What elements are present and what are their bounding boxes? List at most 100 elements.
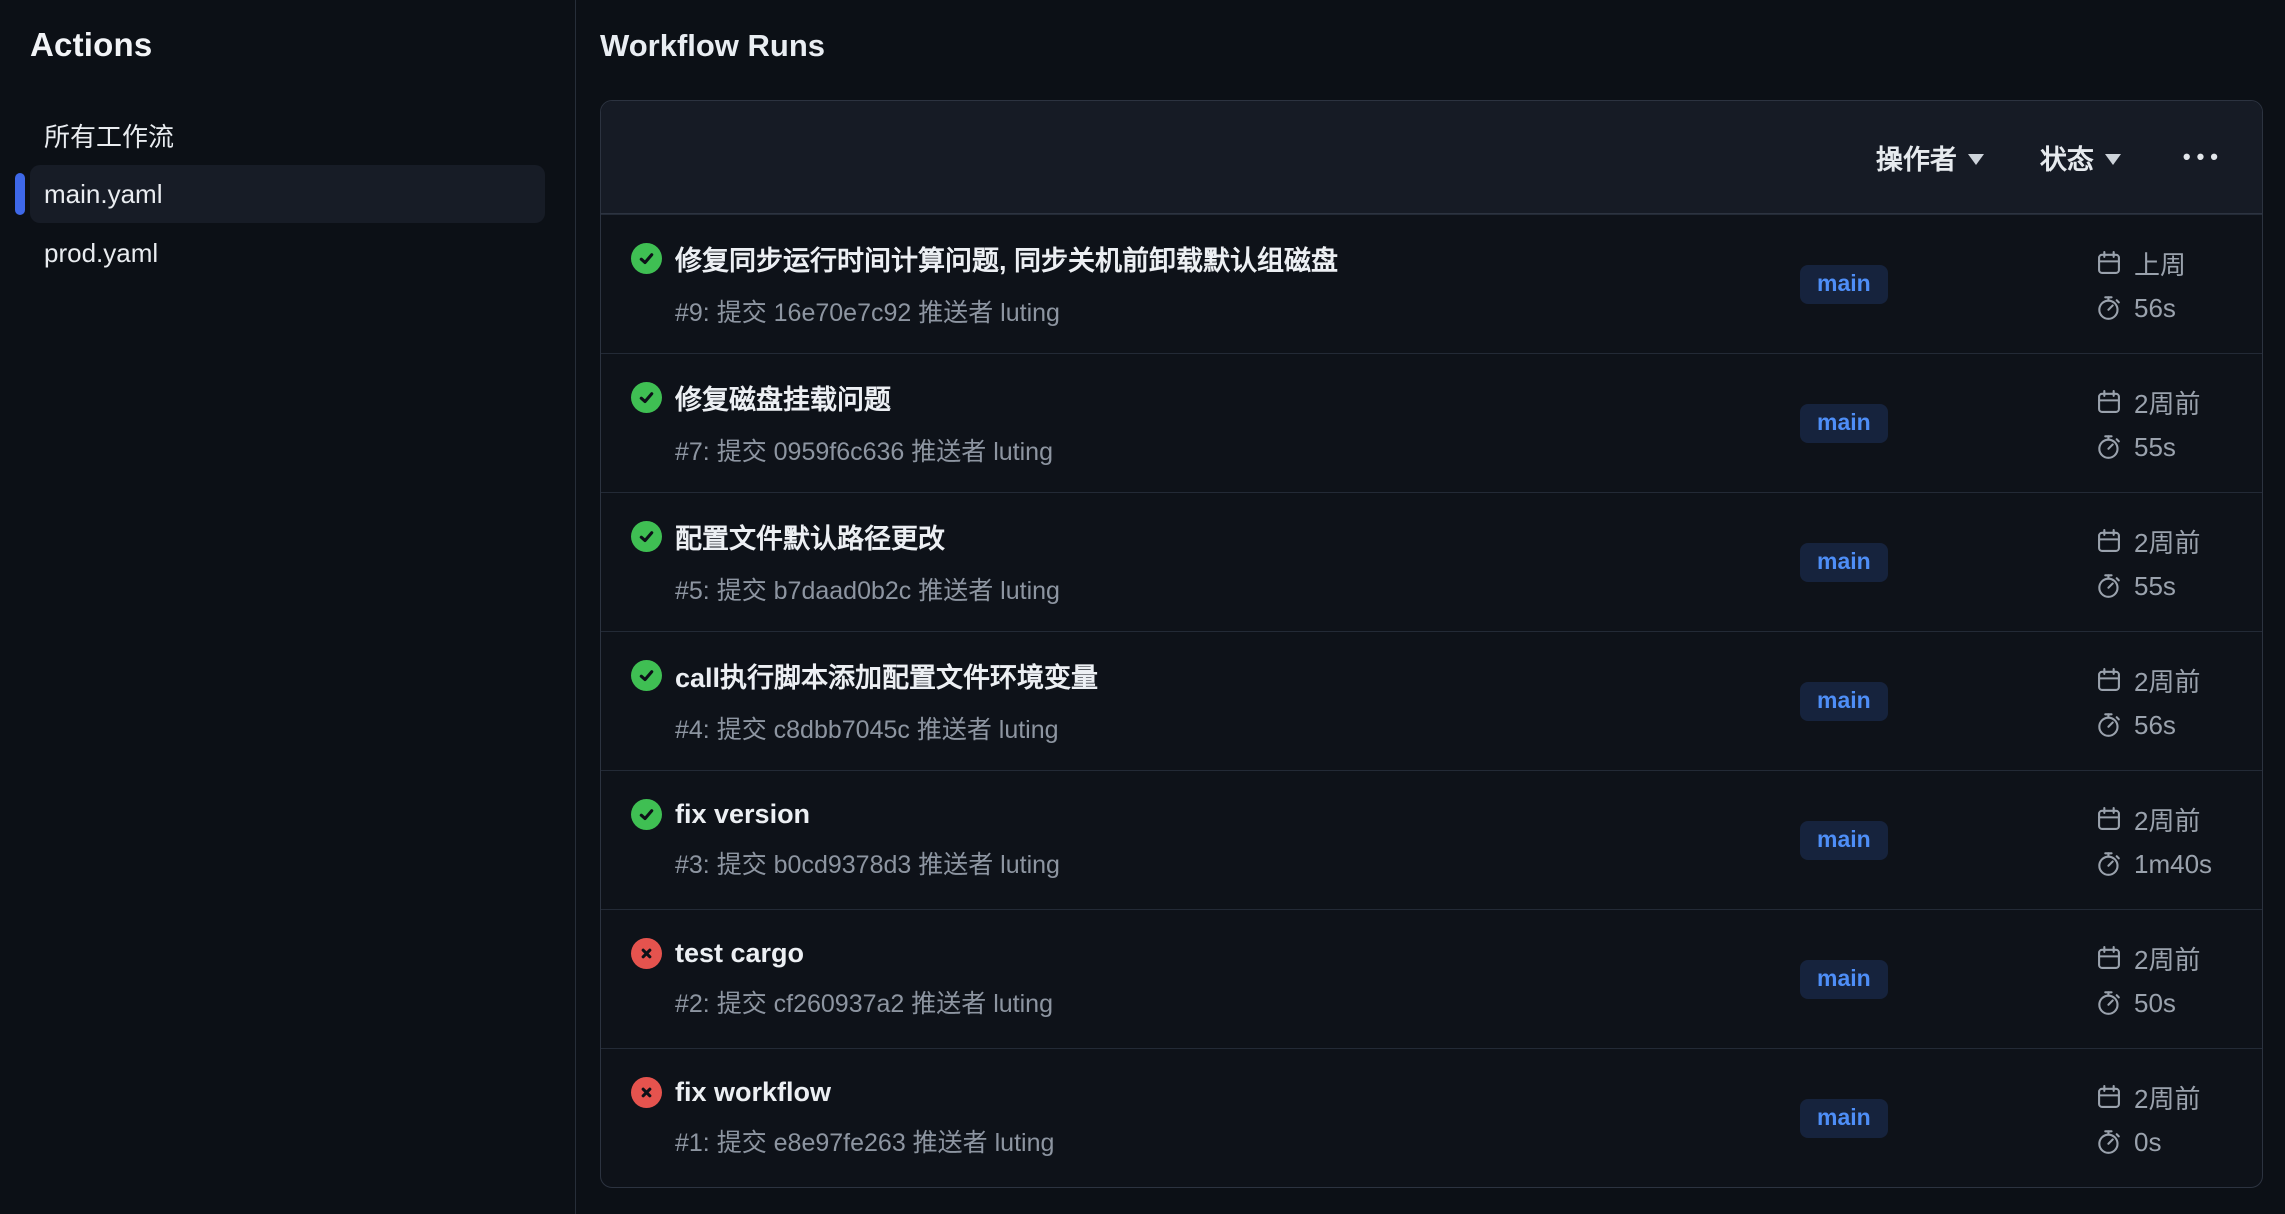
stopwatch-icon [2095,1128,2123,1156]
check-icon [637,249,656,268]
workflow-runs-page: Workflow Runs 操作者 状态 ••• [576,0,2285,1214]
actor-filter-label: 操作者 [1876,138,1957,177]
workflow-nav: 所有工作流 main.yaml prod.yaml [30,106,545,283]
run-branch-col: main [1800,1099,2095,1138]
run-time-col: 2周前 55s [2095,523,2226,602]
check-icon [637,666,656,685]
run-duration: 50s [2134,988,2176,1019]
run-date-line: 2周前 [2095,662,2226,699]
sidebar-title: Actions [30,26,545,64]
check-icon [637,527,656,546]
run-time-col: 2周前 55s [2095,384,2226,463]
run-duration: 56s [2134,710,2176,741]
run-date-line: 2周前 [2095,384,2226,421]
run-title-link[interactable]: 配置文件默认路径更改 [675,517,945,556]
workflow-run-row[interactable]: call执行脚本添加配置文件环境变量 #4: 提交 c8dbb7045c 推送者… [601,631,2262,770]
branch-badge[interactable]: main [1800,265,1888,304]
run-date-line: 2周前 [2095,940,2226,977]
run-status-icon [631,938,662,969]
sidebar-item-label: main.yaml [44,179,162,210]
run-date: 2周前 [2134,523,2200,560]
branch-badge[interactable]: main [1800,682,1888,721]
workflow-run-row[interactable]: fix workflow #1: 提交 e8e97fe263 推送者 lutin… [601,1048,2262,1187]
run-status-icon [631,799,662,830]
run-title-line: fix workflow [631,1077,1800,1108]
run-branch-col: main [1800,265,2095,304]
sidebar-item-workflow[interactable]: prod.yaml [30,224,545,282]
run-duration-line: 55s [2095,432,2226,463]
run-status-icon [631,521,662,552]
workflow-run-row[interactable]: test cargo #2: 提交 cf260937a2 推送者 luting … [601,909,2262,1048]
run-main: call执行脚本添加配置文件环境变量 #4: 提交 c8dbb7045c 推送者… [631,656,1800,746]
page-title: Workflow Runs [600,28,2263,64]
branch-badge[interactable]: main [1800,543,1888,582]
run-title-link[interactable]: fix workflow [675,1077,831,1108]
run-main: 修复磁盘挂载问题 #7: 提交 0959f6c636 推送者 luting [631,378,1800,468]
run-main: 配置文件默认路径更改 #5: 提交 b7daad0b2c 推送者 luting [631,517,1800,607]
run-date-line: 2周前 [2095,1079,2226,1116]
run-title-line: 配置文件默认路径更改 [631,517,1800,556]
chevron-down-icon [1968,154,1984,165]
run-duration: 0s [2134,1127,2161,1158]
run-commit-meta: #3: 提交 b0cd9378d3 推送者 luting [675,845,1800,881]
run-title-link[interactable]: fix version [675,799,810,830]
run-time-col: 上周 56s [2095,245,2226,324]
sidebar-item-workflow[interactable]: main.yaml [30,165,545,223]
calendar-icon [2095,527,2123,555]
run-date-line: 2周前 [2095,523,2226,560]
run-date: 2周前 [2134,384,2200,421]
status-filter-dropdown[interactable]: 状态 [2040,138,2121,177]
run-duration-line: 56s [2095,293,2226,324]
run-time-col: 2周前 1m40s [2095,801,2226,880]
run-time-col: 2周前 0s [2095,1079,2226,1158]
workflow-run-row[interactable]: fix version #3: 提交 b0cd9378d3 推送者 luting… [601,770,2262,909]
stopwatch-icon [2095,850,2123,878]
branch-badge[interactable]: main [1800,821,1888,860]
calendar-icon [2095,249,2123,277]
calendar-icon [2095,944,2123,972]
stopwatch-icon [2095,433,2123,461]
run-commit-meta: #9: 提交 16e70e7c92 推送者 luting [675,293,1800,329]
calendar-icon [2095,1083,2123,1111]
run-date: 2周前 [2134,1079,2200,1116]
sidebar-item-label: 所有工作流 [44,117,174,154]
run-date-line: 2周前 [2095,801,2226,838]
run-commit-meta: #7: 提交 0959f6c636 推送者 luting [675,432,1800,468]
run-date: 2周前 [2134,662,2200,699]
run-title-link[interactable]: 修复同步运行时间计算问题, 同步关机前卸载默认组磁盘 [675,239,1338,278]
sidebar-item-workflow[interactable]: 所有工作流 [30,106,545,164]
run-date: 2周前 [2134,801,2200,838]
branch-badge[interactable]: main [1800,960,1888,999]
run-branch-col: main [1800,682,2095,721]
workflow-run-row[interactable]: 配置文件默认路径更改 #5: 提交 b7daad0b2c 推送者 luting … [601,492,2262,631]
run-duration-line: 1m40s [2095,849,2226,880]
run-branch-col: main [1800,821,2095,860]
branch-badge[interactable]: main [1800,404,1888,443]
run-date-line: 上周 [2095,245,2226,282]
stopwatch-icon [2095,989,2123,1017]
run-title-line: call执行脚本添加配置文件环境变量 [631,656,1800,695]
runs-toolbar: 操作者 状态 ••• [601,101,2262,214]
x-icon [637,944,656,963]
run-main: fix workflow #1: 提交 e8e97fe263 推送者 lutin… [631,1077,1800,1159]
run-title-link[interactable]: 修复磁盘挂载问题 [675,378,891,417]
run-title-link[interactable]: call执行脚本添加配置文件环境变量 [675,656,1098,695]
run-title-link[interactable]: test cargo [675,938,804,969]
run-title-line: test cargo [631,938,1800,969]
run-date: 上周 [2134,245,2186,282]
status-filter-label: 状态 [2040,138,2094,177]
more-options-button[interactable]: ••• [2177,144,2224,170]
branch-badge[interactable]: main [1800,1099,1888,1138]
actor-filter-dropdown[interactable]: 操作者 [1876,138,1984,177]
run-status-icon [631,660,662,691]
sidebar-item-label: prod.yaml [44,238,158,269]
x-icon [637,1083,656,1102]
run-duration: 1m40s [2134,849,2212,880]
run-duration: 56s [2134,293,2176,324]
workflow-run-row[interactable]: 修复同步运行时间计算问题, 同步关机前卸载默认组磁盘 #9: 提交 16e70e… [601,214,2262,353]
run-status-icon [631,1077,662,1108]
run-branch-col: main [1800,960,2095,999]
run-title-line: fix version [631,799,1800,830]
run-duration-line: 0s [2095,1127,2226,1158]
workflow-run-row[interactable]: 修复磁盘挂载问题 #7: 提交 0959f6c636 推送者 luting ma… [601,353,2262,492]
